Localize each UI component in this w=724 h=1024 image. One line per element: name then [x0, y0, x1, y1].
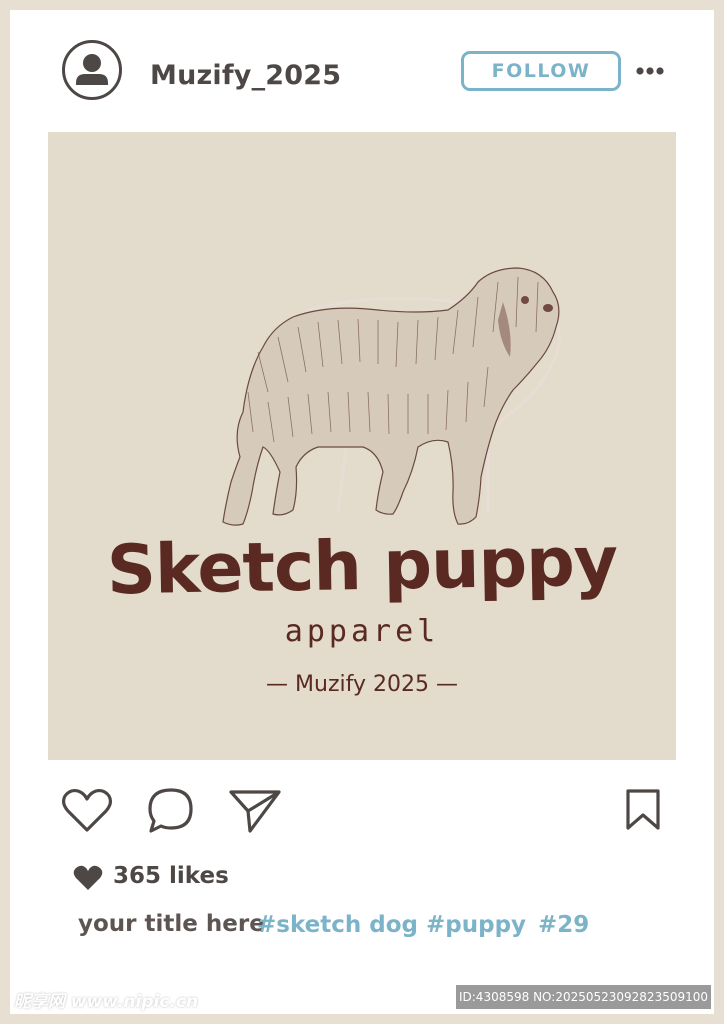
caption-title: your title here [78, 911, 265, 937]
avatar[interactable] [62, 40, 122, 100]
dog-sketch-illustration [222, 267, 561, 526]
likes-heart-icon [73, 865, 103, 890]
more-icon[interactable] [636, 65, 664, 77]
heart-icon[interactable] [60, 788, 114, 834]
watermark-site: 昵享网 www.nipic.cn [14, 992, 199, 1012]
brand-credit: — Muzify 2025 — [266, 672, 458, 697]
follow-button[interactable]: FOLLOW [461, 51, 621, 91]
hashtag-sketch-dog[interactable]: #sketch dog [257, 912, 418, 938]
post-image[interactable]: Sketch puppy apparel — Muzify 2025 — [48, 132, 676, 760]
bookmark-icon[interactable] [624, 788, 662, 832]
username[interactable]: Muzify_2025 [150, 60, 341, 91]
user-icon [76, 54, 108, 85]
brand-title: Sketch puppy [106, 522, 618, 611]
post-card: Muzify_2025 FOLLOW Sketch puppy apparel … [10, 10, 714, 1014]
share-icon[interactable] [228, 787, 282, 835]
watermark-id: ID:4308598 NO:20250523092823509100 [456, 985, 711, 1009]
comment-icon[interactable] [146, 786, 196, 836]
hashtag-puppy[interactable]: #puppy [426, 912, 526, 938]
brand-subtitle: apparel [284, 614, 440, 649]
hashtag-29[interactable]: #29 [538, 912, 589, 938]
likes-count[interactable]: 365 likes [113, 863, 229, 889]
